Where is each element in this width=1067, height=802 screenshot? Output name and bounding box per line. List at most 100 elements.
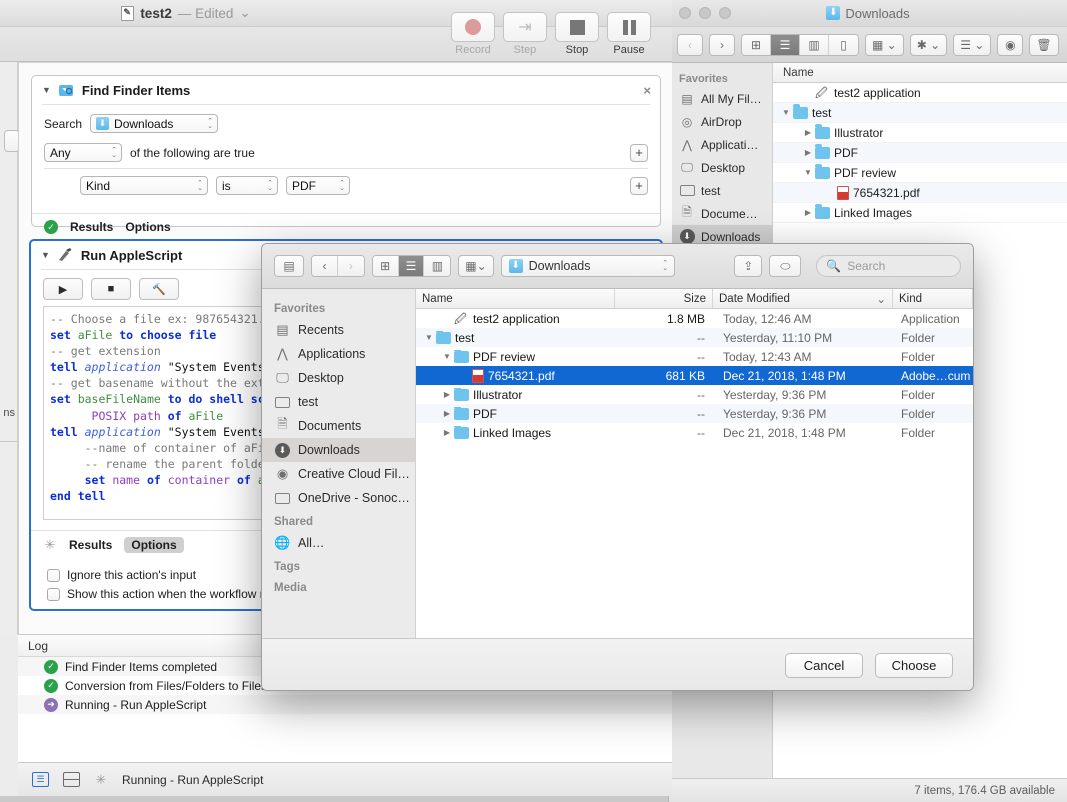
back-icon[interactable]: ‹: [312, 256, 338, 276]
table-row[interactable]: 🖉 test2 application 1.8 MB Today, 12:46 AM A…: [416, 309, 973, 328]
choose-dialog-sidebar[interactable]: Favorites ▤ Recents ⋀ Applications 🖵 Desktop te…: [262, 289, 416, 638]
trash-icon[interactable]: 🗑: [1029, 33, 1059, 56]
background-finder-column-header[interactable]: Name: [773, 63, 1067, 83]
table-row[interactable]: ▼ PDF review: [773, 163, 1067, 183]
pause-button[interactable]: Pause: [606, 12, 652, 56]
table-row[interactable]: 7654321.pdf 681 KB Dec 21, 2018, 1:48 PM Ad…: [416, 366, 973, 385]
sidebar-item-desktop[interactable]: 🖵 Desktop: [669, 156, 772, 179]
criteria-value-popup[interactable]: PDF ⌃ ⌄: [286, 176, 350, 195]
share-icon[interactable]: ⇪: [734, 255, 763, 277]
disclosure-triangle-icon[interactable]: ▶: [440, 428, 454, 437]
quicklook-eye-icon[interactable]: ◉: [997, 33, 1024, 56]
nav-segment[interactable]: ‹ ›: [311, 255, 365, 277]
disclosure-triangle-icon[interactable]: ▼: [42, 85, 51, 95]
sidebar-item-docume[interactable]: 🗎 Docume…: [669, 202, 772, 225]
cancel-button[interactable]: Cancel: [785, 653, 863, 678]
file-list-column-headers[interactable]: Name Size Date Modified ⌄ Kind: [416, 289, 973, 309]
record-button[interactable]: Record: [450, 12, 496, 56]
sidebar-item-airdrop[interactable]: ◎ AirDrop: [669, 110, 772, 133]
background-finder-toolbar[interactable]: ‹ › ⊞ ☰ ▥ ▯ ▦ ⌄ ✱ ⌄ ☰ ⌄ ◉ 🗑: [669, 27, 1067, 63]
disclosure-triangle-icon[interactable]: ▶: [801, 208, 815, 217]
ignore-input-checkbox[interactable]: [47, 568, 60, 582]
options-tab[interactable]: Options: [124, 537, 184, 553]
sidebar-item-test[interactable]: test: [262, 390, 415, 414]
arrange-icon[interactable]: ▦⌄: [458, 255, 494, 277]
table-row[interactable]: ▶ Linked Images -- Dec 21, 2018, 1:48 PM Fol…: [416, 423, 973, 442]
disclosure-triangle-icon[interactable]: ▼: [41, 250, 50, 260]
view-mode-segment[interactable]: ⊞ ☰ ▥: [371, 255, 452, 277]
criteria-operator-popup[interactable]: is ⌃ ⌄: [216, 176, 278, 195]
variables-panel-toggle-icon[interactable]: [63, 772, 80, 787]
find-finder-items-header[interactable]: ▼ Find Finder Items ×: [32, 76, 660, 104]
add-condition-button[interactable]: +: [630, 143, 648, 162]
sidebar-item-documents[interactable]: 🗎 Documents: [262, 414, 415, 438]
column-header-name[interactable]: Name: [416, 289, 615, 308]
disclosure-triangle-icon[interactable]: ▼: [801, 168, 815, 177]
list-view-icon[interactable]: ☰: [771, 34, 800, 55]
icon-view-icon[interactable]: ⊞: [372, 256, 399, 276]
automator-run-controls[interactable]: Record ⇥ Step Stop Pause: [450, 12, 652, 56]
column-header-date-modified[interactable]: Date Modified ⌄: [713, 289, 893, 308]
table-row[interactable]: ▼ test: [773, 103, 1067, 123]
column-header-size[interactable]: Size: [615, 289, 713, 308]
disclosure-triangle-icon[interactable]: ▼: [779, 108, 793, 117]
table-row[interactable]: ▼ PDF review -- Today, 12:43 AM Folder: [416, 347, 973, 366]
action-gear-icon[interactable]: ✱ ⌄: [909, 33, 948, 56]
column-header-kind[interactable]: Kind: [893, 289, 973, 308]
sidebar-item-recents[interactable]: ▤ Recents: [262, 318, 415, 342]
criteria-attribute-popup[interactable]: Kind ⌃ ⌄: [80, 176, 208, 195]
coverflow-view-icon[interactable]: ▯: [829, 34, 858, 55]
disclosure-triangle-icon[interactable]: ▼: [440, 352, 454, 361]
sidebar-toggle-icon[interactable]: ▤: [274, 255, 305, 277]
automator-status-bar[interactable]: ☰ ✳ Running - Run AppleScript: [18, 762, 672, 796]
chevron-down-icon[interactable]: ⌄: [239, 5, 250, 21]
run-icon[interactable]: ▶: [43, 278, 83, 300]
sidebar-item-creative-cloud-fil[interactable]: ◉ Creative Cloud Fil…: [262, 462, 415, 486]
table-row[interactable]: ▶ Linked Images: [773, 203, 1067, 223]
sidebar-item-onedrive-sonoc[interactable]: OneDrive - Sonoc…: [262, 486, 415, 510]
step-button[interactable]: ⇥ Step: [502, 12, 548, 56]
sidebar-item-desktop[interactable]: 🖵 Desktop: [262, 366, 415, 390]
sidebar-item-test[interactable]: test: [669, 179, 772, 202]
choose-button[interactable]: Choose: [875, 653, 953, 678]
sidebar-item-applicati[interactable]: ⋀ Applicati…: [669, 133, 772, 156]
tag-icon[interactable]: ⬭: [769, 255, 802, 277]
match-type-popup[interactable]: Any ⌃ ⌄: [44, 143, 122, 162]
table-row[interactable]: ▶ PDF: [773, 143, 1067, 163]
column-view-icon[interactable]: ▥: [800, 34, 829, 55]
results-tab[interactable]: Results: [70, 220, 113, 234]
table-row[interactable]: ▶ PDF -- Yesterday, 9:36 PM Folder: [416, 404, 973, 423]
table-row[interactable]: 🖉 test2 application: [773, 83, 1067, 103]
search-input[interactable]: 🔍 Search: [816, 255, 962, 277]
sidebar-item-all[interactable]: 🌐 All…: [262, 531, 415, 555]
choose-dialog-file-list[interactable]: Name Size Date Modified ⌄ Kind 🖉 test2 ap…: [416, 289, 973, 638]
table-row[interactable]: 7654321.pdf: [773, 183, 1067, 203]
sidebar-item-all-my-fil[interactable]: ▤ All My Fil…: [669, 87, 772, 110]
sidebar-item-downloads[interactable]: ⬇ Downloads: [262, 438, 415, 462]
arrange-icon[interactable]: ▦ ⌄: [865, 33, 904, 56]
table-row[interactable]: ▼ test -- Yesterday, 11:10 PM Folder: [416, 328, 973, 347]
compile-icon[interactable]: 🔨: [139, 278, 179, 300]
sidebar-item-applications[interactable]: ⋀ Applications: [262, 342, 415, 366]
forward-icon[interactable]: ›: [337, 256, 364, 276]
back-icon[interactable]: ‹: [677, 33, 703, 56]
icon-view-icon[interactable]: ⊞: [742, 34, 771, 55]
choose-dialog-toolbar[interactable]: ▤ ‹ › ⊞ ☰ ▥ ▦⌄ ⬇ Downloads ⌃ ⌄ ⇪ ⬭ 🔍 Sear…: [262, 244, 973, 289]
log-panel-toggle-icon[interactable]: ☰: [32, 772, 49, 787]
automator-library-panel-edge[interactable]: ns: [0, 62, 20, 634]
add-criteria-button[interactable]: +: [630, 176, 648, 195]
stop-button[interactable]: Stop: [554, 12, 600, 56]
show-action-checkbox[interactable]: [47, 587, 60, 601]
choose-file-dialog[interactable]: ▤ ‹ › ⊞ ☰ ▥ ▦⌄ ⬇ Downloads ⌃ ⌄ ⇪ ⬭ 🔍 Sear…: [261, 243, 974, 691]
column-view-icon[interactable]: ▥: [424, 256, 451, 276]
list-view-icon[interactable]: ☰: [398, 256, 425, 276]
results-tab[interactable]: Results: [69, 538, 112, 552]
action-find-finder-items[interactable]: ▼ Find Finder Items × Search ⬇ Downloads…: [31, 75, 661, 234]
path-popup-button[interactable]: ⬇ Downloads ⌃ ⌄: [500, 255, 676, 277]
forward-icon[interactable]: ›: [709, 33, 735, 56]
table-row[interactable]: ▶ Illustrator -- Yesterday, 9:36 PM Folder: [416, 385, 973, 404]
disclosure-triangle-icon[interactable]: ▼: [422, 333, 436, 342]
disclosure-triangle-icon[interactable]: ▶: [801, 128, 815, 137]
disclosure-triangle-icon[interactable]: ▶: [440, 409, 454, 418]
disclosure-triangle-icon[interactable]: ▶: [440, 390, 454, 399]
